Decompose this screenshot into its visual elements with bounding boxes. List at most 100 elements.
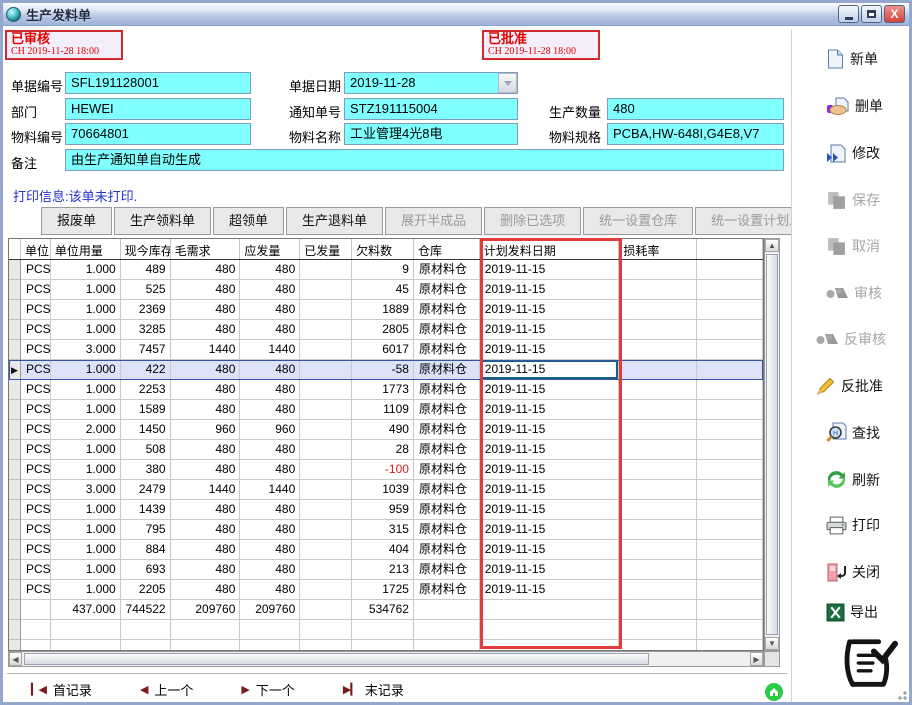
grid-cell[interactable]: 508: [121, 440, 171, 460]
grid-cell[interactable]: [300, 560, 352, 580]
grid-cell[interactable]: 480: [171, 320, 241, 340]
doc-date-dropdown-button[interactable]: [498, 73, 517, 93]
grid-cell[interactable]: 1.000: [51, 440, 121, 460]
scroll-right-arrow-icon[interactable]: ▶: [750, 652, 763, 666]
grid-cell[interactable]: 480: [240, 580, 300, 600]
grid-cell[interactable]: 6017: [352, 340, 414, 360]
grid-cell[interactable]: [619, 500, 697, 520]
table-row[interactable]: PCS3.0002479144014401039原材料仓2019-11-15: [9, 480, 763, 500]
row-indicator[interactable]: [9, 580, 21, 600]
grid-cell[interactable]: 480: [171, 360, 241, 380]
nav-previous-record-button[interactable]: ◀上一个: [140, 680, 193, 699]
table-row[interactable]: PCS1.000693480480213原材料仓2019-11-15: [9, 560, 763, 580]
grid-cell[interactable]: 原材料仓: [414, 340, 480, 360]
grid-cell[interactable]: 3.000: [51, 340, 121, 360]
grid-cell[interactable]: [240, 640, 300, 651]
table-row[interactable]: PCS1.00022054804801725原材料仓2019-11-15: [9, 580, 763, 600]
grid-cell[interactable]: 480: [171, 580, 241, 600]
horizontal-scroll-thumb[interactable]: [24, 653, 649, 665]
grid-cell[interactable]: 480: [240, 540, 300, 560]
table-row[interactable]: PCS1.0004894804809原材料仓2019-11-15: [9, 260, 763, 280]
maximize-button[interactable]: [861, 5, 882, 23]
grid-cell[interactable]: 28: [352, 440, 414, 460]
grid-cell[interactable]: [240, 620, 300, 640]
grid-cell[interactable]: 480: [171, 460, 241, 480]
grid-cell[interactable]: 1.000: [51, 380, 121, 400]
grid-cell[interactable]: [121, 620, 171, 640]
grid-cell[interactable]: 490: [352, 420, 414, 440]
grid-cell[interactable]: 原材料仓: [414, 280, 480, 300]
doc-date-field[interactable]: 2019-11-28: [344, 72, 518, 94]
grid-cell[interactable]: 209760: [240, 600, 300, 620]
window-resize-grip[interactable]: [895, 688, 907, 700]
sidebar-button-new-doc[interactable]: 新单: [826, 49, 878, 69]
grid-cell[interactable]: 1.000: [51, 540, 121, 560]
grid-cell[interactable]: PCS: [21, 300, 51, 320]
grid-cell[interactable]: 1.000: [51, 560, 121, 580]
grid-cell[interactable]: [300, 580, 352, 600]
grid-cell[interactable]: 原材料仓: [414, 480, 480, 500]
grid-cell[interactable]: 795: [121, 520, 171, 540]
grid-cell[interactable]: [51, 640, 121, 651]
grid-cell[interactable]: 480: [240, 260, 300, 280]
focused-date-cell[interactable]: 2019-11-15: [480, 360, 620, 380]
grid-cell[interactable]: [619, 260, 697, 280]
grid-cell[interactable]: PCS: [21, 380, 51, 400]
grid-cell[interactable]: [300, 380, 352, 400]
grid-cell[interactable]: 209760: [171, 600, 241, 620]
grid-cell[interactable]: 1.000: [51, 320, 121, 340]
sidebar-button-excel-export[interactable]: 导出: [826, 602, 878, 622]
grid-cell[interactable]: [300, 480, 352, 500]
grid-cell[interactable]: 959: [352, 500, 414, 520]
grid-cell[interactable]: [619, 600, 697, 620]
grid-cell[interactable]: PCS: [21, 580, 51, 600]
grid-cell[interactable]: 2019-11-15: [480, 300, 620, 320]
grid-cell[interactable]: [300, 340, 352, 360]
grid-cell[interactable]: 原材料仓: [414, 380, 480, 400]
grid-cell[interactable]: 480: [240, 500, 300, 520]
sidebar-button-printer[interactable]: 打印: [826, 515, 880, 535]
grid-cell[interactable]: PCS: [21, 560, 51, 580]
table-row[interactable]: PCS1.000380480480-100原材料仓2019-11-15: [9, 460, 763, 480]
row-indicator[interactable]: [9, 560, 21, 580]
grid-cell[interactable]: 1440: [240, 480, 300, 500]
grid-cell[interactable]: 1589: [121, 400, 171, 420]
grid-cell[interactable]: 1440: [171, 340, 241, 360]
grid-cell[interactable]: 1.000: [51, 280, 121, 300]
grid-cell[interactable]: [619, 280, 697, 300]
grid-cell[interactable]: 原材料仓: [414, 540, 480, 560]
row-indicator[interactable]: [9, 600, 21, 620]
grid-cell[interactable]: [352, 620, 414, 640]
grid-cell[interactable]: 1039: [352, 480, 414, 500]
grid-cell[interactable]: 2019-11-15: [480, 460, 620, 480]
row-indicator[interactable]: [9, 620, 21, 640]
grid-cell[interactable]: [171, 640, 241, 651]
table-empty-row[interactable]: [9, 640, 763, 651]
grid-cell[interactable]: [51, 620, 121, 640]
table-row[interactable]: PCS1.0001439480480959原材料仓2019-11-15: [9, 500, 763, 520]
grid-cell[interactable]: 1725: [352, 580, 414, 600]
row-indicator[interactable]: [9, 400, 21, 420]
grid-cell[interactable]: 2019-11-15: [480, 480, 620, 500]
grid-cell[interactable]: 480: [171, 400, 241, 420]
grid-cell[interactable]: 480: [171, 560, 241, 580]
grid-cell[interactable]: [300, 400, 352, 420]
vertical-scrollbar[interactable]: ▲ ▼: [764, 238, 780, 651]
grid-cell[interactable]: 2019-11-15: [480, 400, 620, 420]
grid-cell[interactable]: 2019-11-15: [480, 260, 620, 280]
grid-cell[interactable]: 1439: [121, 500, 171, 520]
grid-cell[interactable]: 2253: [121, 380, 171, 400]
grid-cell[interactable]: 480: [171, 300, 241, 320]
grid-cell[interactable]: PCS: [21, 360, 51, 380]
grid-cell[interactable]: [619, 440, 697, 460]
grid-cell[interactable]: [300, 460, 352, 480]
row-indicator[interactable]: [9, 260, 21, 280]
grid-cell[interactable]: 2369: [121, 300, 171, 320]
grid-cell[interactable]: 480: [240, 440, 300, 460]
grid-cell[interactable]: 2019-11-15: [480, 340, 620, 360]
grid-cell[interactable]: 2205: [121, 580, 171, 600]
row-indicator[interactable]: [9, 440, 21, 460]
grid-cell[interactable]: 480: [240, 320, 300, 340]
table-row[interactable]: PCS1.00015894804801109原材料仓2019-11-15: [9, 400, 763, 420]
grid-cell[interactable]: 480: [171, 440, 241, 460]
